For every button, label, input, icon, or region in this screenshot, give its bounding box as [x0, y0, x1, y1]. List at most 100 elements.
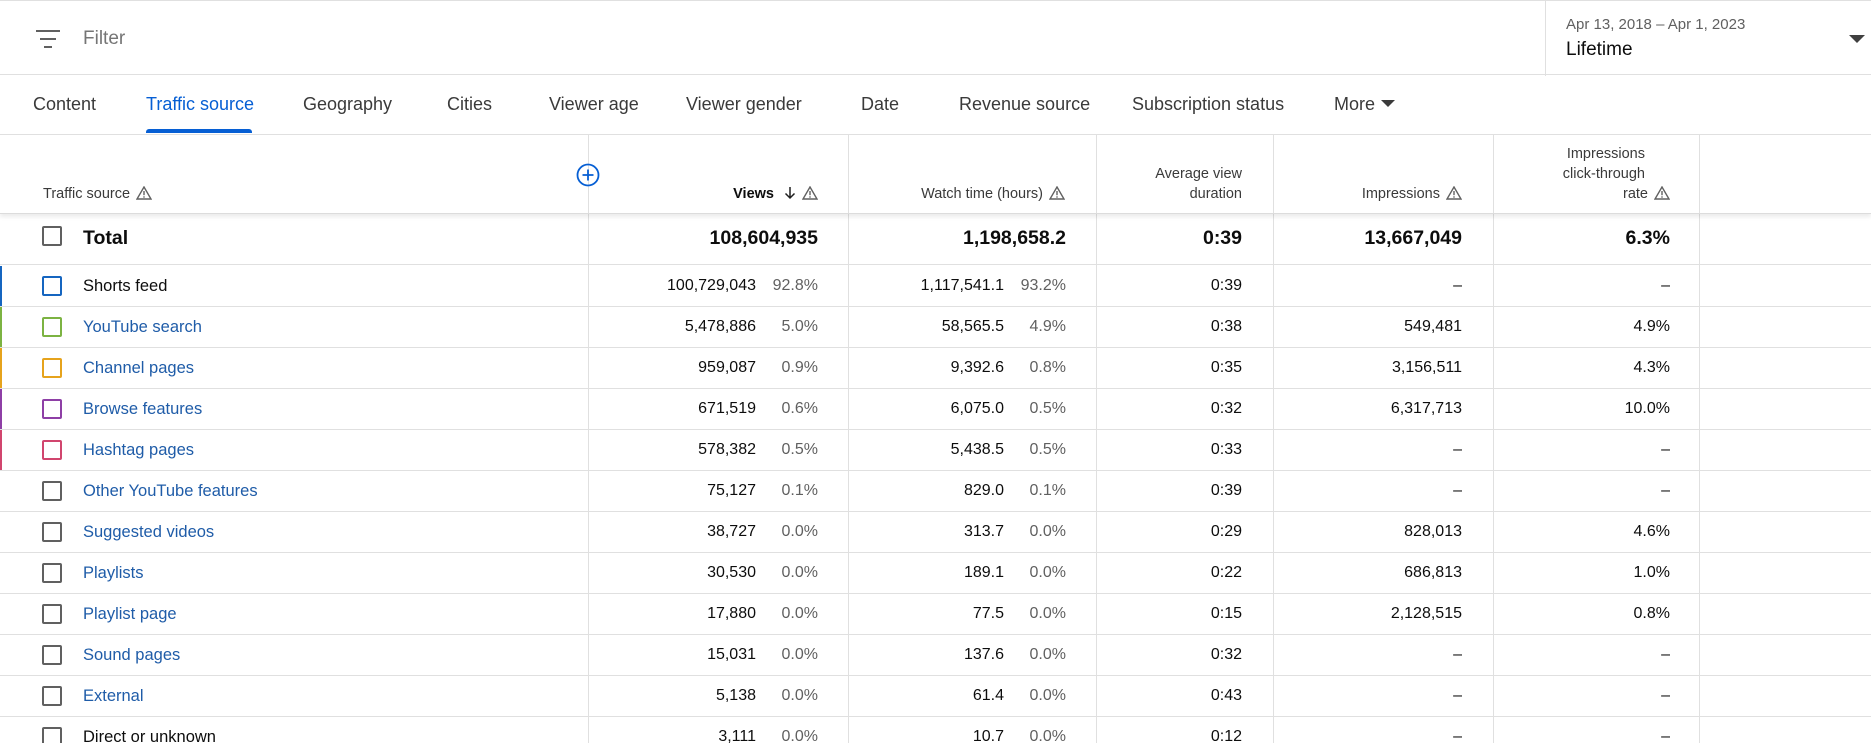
- views-percent: 0.0%: [781, 646, 818, 663]
- row-checkbox[interactable]: [42, 727, 62, 743]
- watch-time-value: 829.0: [963, 482, 1004, 499]
- row-checkbox[interactable]: [42, 276, 62, 296]
- warning-icon: [1654, 186, 1670, 200]
- ctr-value: 4.3%: [1633, 359, 1670, 376]
- tab-subscription-status[interactable]: Subscription status: [1132, 94, 1284, 115]
- traffic-source-name[interactable]: YouTube search: [83, 318, 202, 337]
- impressions-value: –: [1453, 441, 1462, 458]
- watch-time-value: 5,438.5: [950, 441, 1004, 458]
- total-ctr: 6.3%: [1625, 227, 1670, 249]
- views-percent: 92.8%: [772, 277, 818, 294]
- average-view-duration-value: 0:15: [1210, 605, 1242, 622]
- views-value: 959,087: [698, 359, 756, 376]
- row-checkbox[interactable]: [42, 686, 62, 706]
- row-checkbox[interactable]: [42, 563, 62, 583]
- traffic-source-name[interactable]: Sound pages: [83, 646, 180, 665]
- total-views: 108,604,935: [709, 227, 818, 249]
- traffic-source-name[interactable]: Playlists: [83, 564, 144, 583]
- tab-content[interactable]: Content: [33, 94, 96, 115]
- traffic-source-name[interactable]: Suggested videos: [83, 523, 214, 542]
- average-view-duration-value: 0:29: [1210, 523, 1242, 540]
- row-checkbox[interactable]: [42, 522, 62, 542]
- column-header-label: click-through: [1562, 166, 1645, 182]
- tab-traffic-source[interactable]: Traffic source: [146, 94, 254, 115]
- impressions-value: 686,813: [1404, 564, 1462, 581]
- impressions-value: 6,317,713: [1390, 400, 1462, 417]
- ctr-value: 4.9%: [1633, 318, 1670, 335]
- traffic-source-name[interactable]: Other YouTube features: [83, 482, 258, 501]
- row-checkbox[interactable]: [42, 645, 62, 665]
- tab-date[interactable]: Date: [861, 94, 899, 115]
- filter-input[interactable]: [83, 28, 483, 50]
- ctr-value: 0.8%: [1633, 605, 1670, 622]
- watch-time-value: 9,392.6: [950, 359, 1004, 376]
- table-row: Suggested videos 38,727 0.0% 313.7 0.0% 0:29 8…: [0, 512, 1871, 553]
- views-percent: 0.0%: [781, 564, 818, 581]
- watch-time-percent: 93.2%: [1020, 277, 1066, 294]
- series-color-bar: [0, 389, 2, 429]
- tab-cities[interactable]: Cities: [447, 94, 492, 115]
- average-view-duration-value: 0:38: [1210, 318, 1242, 335]
- filter-icon[interactable]: [36, 30, 60, 48]
- table-row: Other YouTube features 75,127 0.1% 829.0 0.1…: [0, 471, 1871, 512]
- tab-geography[interactable]: Geography: [303, 94, 392, 115]
- watch-time-percent: 0.5%: [1029, 441, 1066, 458]
- row-checkbox[interactable]: [42, 604, 62, 624]
- table-row: Playlists 30,530 0.0% 189.1 0.0% 0:22 686,813 1…: [0, 553, 1871, 594]
- traffic-source-name[interactable]: Browse features: [83, 400, 202, 419]
- ctr-value: 4.6%: [1633, 523, 1670, 540]
- traffic-source-name[interactable]: Playlist page: [83, 605, 177, 624]
- traffic-source-name[interactable]: Hashtag pages: [83, 441, 194, 460]
- watch-time-percent: 0.0%: [1029, 523, 1066, 540]
- date-range-picker[interactable]: Apr 13, 2018 – Apr 1, 2023 Lifetime: [1545, 1, 1871, 76]
- column-header-ctr[interactable]: Impressions click-through rate: [1510, 144, 1670, 204]
- warning-icon: [802, 186, 818, 200]
- row-checkbox[interactable]: [42, 481, 62, 501]
- series-color-bar: [0, 430, 2, 470]
- watch-time-percent: 0.0%: [1029, 564, 1066, 581]
- watch-time-value: 313.7: [963, 523, 1004, 540]
- table-row: Browse features 671,519 0.6% 6,075.0 0.5% 0:3…: [0, 389, 1871, 430]
- average-view-duration-value: 0:39: [1210, 277, 1242, 294]
- warning-icon: [136, 186, 153, 200]
- average-view-duration-value: 0:39: [1210, 482, 1242, 499]
- table-row: Direct or unknown 3,111 0.0% 10.7 0.0% 0:12 – –: [0, 717, 1871, 743]
- ctr-value: –: [1661, 687, 1670, 704]
- column-header-watch-time[interactable]: Watch time (hours): [860, 184, 1065, 204]
- watch-time-percent: 4.9%: [1029, 318, 1066, 335]
- tab-revenue-source[interactable]: Revenue source: [959, 94, 1090, 115]
- total-checkbox[interactable]: [42, 226, 62, 246]
- traffic-source-name[interactable]: External: [83, 687, 144, 706]
- watch-time-value: 1,117,541.1: [920, 277, 1004, 294]
- column-header-label: Impressions: [1566, 146, 1645, 162]
- views-value: 5,478,886: [684, 318, 756, 335]
- traffic-source-name[interactable]: Channel pages: [83, 359, 194, 378]
- column-header-average-view-duration[interactable]: Average view duration: [1110, 164, 1242, 204]
- tab-viewer-gender[interactable]: Viewer gender: [686, 94, 802, 115]
- ctr-value: –: [1661, 728, 1670, 743]
- column-header-views[interactable]: Views: [600, 184, 818, 204]
- add-circle-icon[interactable]: [576, 163, 600, 187]
- tab-more[interactable]: More: [1334, 94, 1396, 115]
- row-checkbox[interactable]: [42, 399, 62, 419]
- views-value: 5,138: [715, 687, 756, 704]
- impressions-value: 2,128,515: [1390, 605, 1462, 622]
- watch-time-percent: 0.0%: [1029, 605, 1066, 622]
- active-tab-indicator: [146, 129, 252, 133]
- caret-down-icon: [1849, 35, 1865, 43]
- caret-down-icon: [1381, 100, 1396, 108]
- row-checkbox[interactable]: [42, 440, 62, 460]
- ctr-value: –: [1661, 441, 1670, 458]
- tab-viewer-age[interactable]: Viewer age: [549, 94, 639, 115]
- watch-time-percent: 0.8%: [1029, 359, 1066, 376]
- row-checkbox[interactable]: [42, 358, 62, 378]
- views-value: 671,519: [698, 400, 756, 417]
- traffic-source-name: Direct or unknown: [83, 728, 216, 743]
- column-header-impressions[interactable]: Impressions: [1290, 184, 1462, 204]
- column-header-traffic-source[interactable]: Traffic source: [43, 184, 153, 204]
- column-header-label: Average view: [1155, 166, 1242, 182]
- ctr-value: –: [1661, 482, 1670, 499]
- warning-icon: [1446, 186, 1462, 200]
- row-checkbox[interactable]: [42, 317, 62, 337]
- table-row: YouTube search 5,478,886 5.0% 58,565.5 4.9% 0…: [0, 307, 1871, 348]
